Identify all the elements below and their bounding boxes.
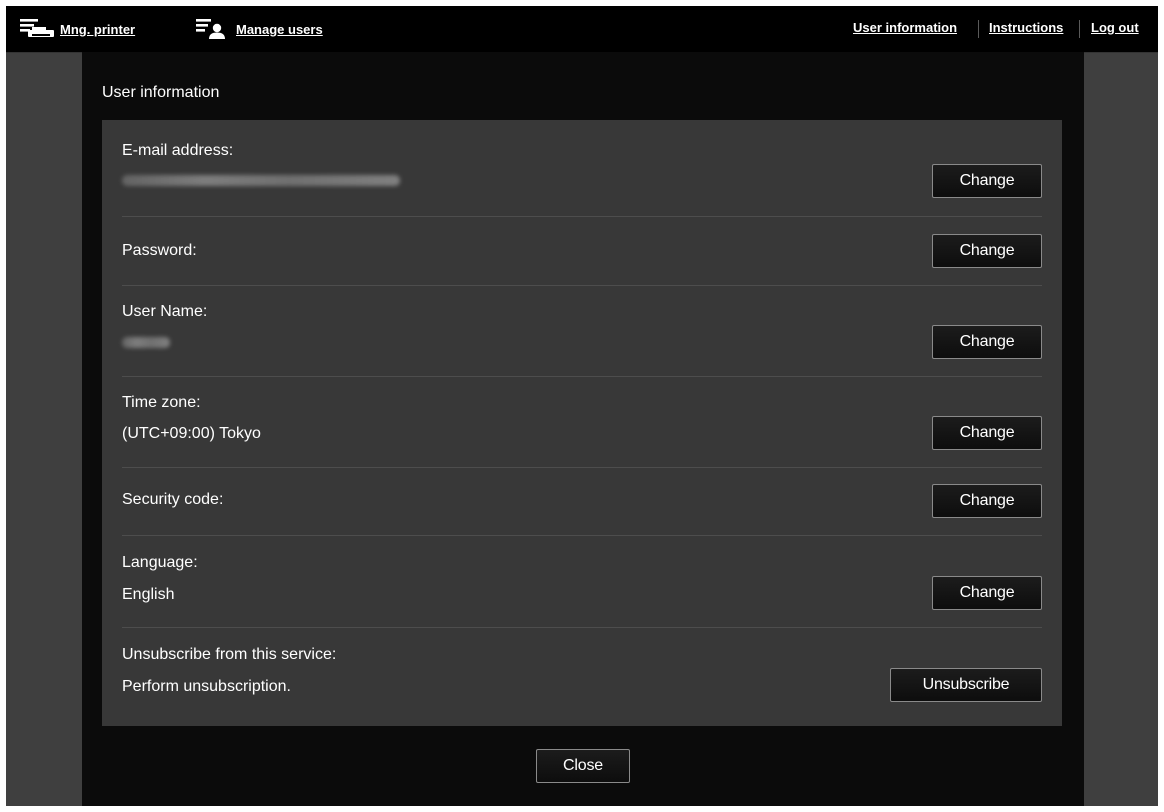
user-list-icon — [196, 18, 236, 40]
change-language-button[interactable]: Change — [932, 576, 1042, 610]
unsubscribe-value: Perform unsubscription. — [122, 678, 291, 695]
change-user-name-button[interactable]: Change — [932, 325, 1042, 359]
user-name-value — [122, 337, 170, 348]
manage-users-label: Manage users — [236, 21, 323, 37]
user-name-label: User Name: — [122, 303, 208, 320]
manage-users-link[interactable]: Manage users — [196, 18, 323, 40]
instructions-link[interactable]: Instructions — [989, 20, 1063, 35]
divider — [122, 535, 1042, 536]
user-information-dialog: User information E-mail address: Change … — [82, 52, 1084, 806]
mng-printer-label: Mng. printer — [60, 21, 136, 37]
security-code-label: Security code: — [122, 491, 224, 508]
language-label: Language: — [122, 554, 198, 571]
top-navigation-bar: Mng. printer Manage users User informati… — [6, 6, 1158, 53]
dialog-title: User information — [102, 84, 220, 101]
email-row: E-mail address: Change — [122, 142, 1042, 198]
security-code-row: Security code: Change — [122, 480, 1042, 530]
close-button[interactable]: Close — [536, 749, 630, 783]
printer-list-icon — [20, 18, 60, 40]
divider — [122, 467, 1042, 468]
time-zone-label: Time zone: — [122, 394, 201, 411]
unsubscribe-label: Unsubscribe from this service: — [122, 646, 337, 663]
password-row: Password: Change — [122, 230, 1042, 280]
user-information-link[interactable]: User information — [853, 20, 957, 35]
divider — [122, 285, 1042, 286]
divider — [122, 627, 1042, 628]
language-value: English — [122, 586, 175, 603]
nav-separator — [978, 20, 979, 38]
unsubscribe-button[interactable]: Unsubscribe — [890, 668, 1042, 702]
mng-printer-link[interactable]: Mng. printer — [20, 18, 135, 40]
settings-card: E-mail address: Change Password: Change … — [102, 120, 1062, 726]
change-time-zone-button[interactable]: Change — [932, 416, 1042, 450]
change-password-button[interactable]: Change — [932, 234, 1042, 268]
app-frame: Mng. printer Manage users User informati… — [6, 6, 1158, 806]
user-name-row: User Name: Change — [122, 303, 1042, 363]
email-value — [122, 175, 400, 186]
password-label: Password: — [122, 242, 197, 259]
change-security-code-button[interactable]: Change — [932, 484, 1042, 518]
time-zone-row: Time zone: (UTC+09:00) Tokyo Change — [122, 394, 1042, 454]
log-out-link[interactable]: Log out — [1091, 20, 1139, 35]
divider — [122, 376, 1042, 377]
nav-separator — [1079, 20, 1080, 38]
language-row: Language: English Change — [122, 554, 1042, 614]
time-zone-value: (UTC+09:00) Tokyo — [122, 425, 261, 442]
divider — [122, 216, 1042, 217]
change-email-button[interactable]: Change — [932, 164, 1042, 198]
email-label: E-mail address: — [122, 142, 234, 159]
unsubscribe-row: Unsubscribe from this service: Perform u… — [122, 646, 1042, 706]
